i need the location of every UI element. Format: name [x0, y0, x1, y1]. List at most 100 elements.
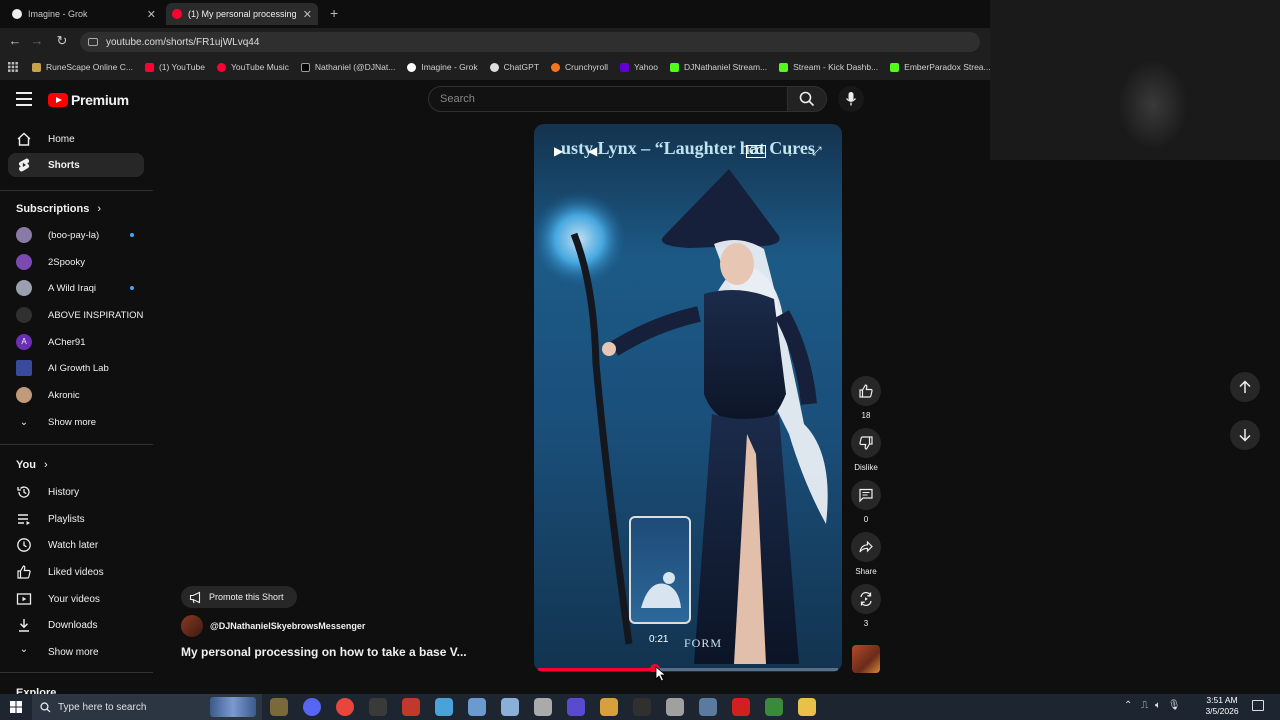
- sidebar-item-playlists[interactable]: Playlists: [8, 507, 144, 531]
- app-dark-taskbar-icon[interactable]: [633, 698, 651, 716]
- adobe-taskbar-icon[interactable]: [732, 698, 750, 716]
- calculator-taskbar-icon[interactable]: [699, 698, 717, 716]
- close-icon[interactable]: ✕: [303, 8, 312, 21]
- share-label: Share: [855, 567, 877, 576]
- app-feather-taskbar-icon[interactable]: [600, 698, 618, 716]
- new-tab-icon[interactable]: +: [330, 5, 338, 21]
- bookmark-grok[interactable]: Imagine - Grok: [407, 62, 478, 72]
- bookmark-label: Stream - Kick Dashb...: [793, 62, 879, 72]
- previous-short-button[interactable]: [1230, 372, 1260, 402]
- short-video-player[interactable]: usty Lynx – “Laughter hat Cures ▶ ◀ CC ⋮…: [534, 124, 842, 672]
- close-icon[interactable]: ✕: [147, 8, 156, 21]
- bookmark-emberparadox[interactable]: EmberParadox Strea...: [890, 62, 991, 72]
- sidebar-item-shorts[interactable]: Shorts: [8, 153, 144, 177]
- captions-icon[interactable]: CC: [746, 145, 767, 158]
- app-pen-taskbar-icon[interactable]: [468, 698, 486, 716]
- bookmark-youtube[interactable]: (1) YouTube: [144, 62, 205, 72]
- discord-taskbar-icon[interactable]: [303, 698, 321, 716]
- subscription-label: A Wild Iraqi: [48, 282, 97, 294]
- bookmark-runescape[interactable]: RuneScape Online C...: [32, 62, 133, 72]
- apps-grid-icon[interactable]: [8, 62, 18, 72]
- file-explorer-taskbar-icon[interactable]: [798, 698, 816, 716]
- site-info-icon[interactable]: [88, 38, 98, 46]
- subscription-item[interactable]: Akronic: [16, 384, 144, 406]
- bookmark-yahoo[interactable]: Yahoo: [620, 62, 658, 72]
- taskbar-clock[interactable]: 3:51 AM 3/5/2026: [1200, 695, 1244, 717]
- sidebar-divider: [0, 444, 153, 445]
- system-tray[interactable]: ⌃ ⎍ 🔈︎ 🎙︎: [1124, 700, 1180, 711]
- subscriptions-heading[interactable]: Subscriptions ›: [16, 203, 101, 215]
- bookmark-kick-stream[interactable]: DJNathaniel Stream...: [669, 62, 767, 72]
- app-quill-taskbar-icon[interactable]: [666, 698, 684, 716]
- share-button[interactable]: Share: [851, 532, 881, 576]
- youtube-favicon-icon: [172, 9, 182, 19]
- microphone-icon[interactable]: 🎙︎: [1168, 700, 1181, 711]
- play-icon[interactable]: ▶: [554, 144, 563, 158]
- bookmark-x-nathaniel[interactable]: Nathaniel (@DJNat...: [300, 62, 395, 72]
- chrome-taskbar-icon[interactable]: [336, 698, 354, 716]
- chevron-right-icon: ›: [97, 203, 102, 215]
- subscription-item[interactable]: AI Growth Lab: [16, 357, 144, 379]
- bookmark-kick-dashboard[interactable]: Stream - Kick Dashb...: [779, 62, 878, 72]
- search-button[interactable]: [787, 86, 827, 112]
- subscription-item[interactable]: A ACher91: [16, 331, 144, 353]
- volume-icon[interactable]: ◀: [588, 144, 597, 158]
- network-icon[interactable]: ⎍: [1141, 700, 1148, 711]
- voice-search-button[interactable]: [838, 86, 864, 112]
- volume-icon[interactable]: 🔈︎: [1155, 700, 1161, 711]
- subscription-item[interactable]: 2Spooky: [16, 251, 144, 273]
- tab-youtube-short[interactable]: (1) My personal processing on ✕: [166, 3, 318, 25]
- dislike-button[interactable]: Dislike: [851, 428, 881, 472]
- channel-link[interactable]: @DJNathanielSkyebrowsMessenger: [181, 615, 365, 637]
- taskbar-search[interactable]: Type here to search: [32, 694, 262, 720]
- fullscreen-icon[interactable]: ⤢: [812, 144, 822, 159]
- reload-icon[interactable]: ↻: [53, 33, 71, 49]
- subscription-item[interactable]: ABOVE INSPIRATION: [16, 304, 144, 326]
- hamburger-menu-icon[interactable]: [16, 92, 32, 106]
- address-bar[interactable]: youtube.com/shorts/FR1ujWLvq44: [80, 32, 980, 52]
- subscription-item[interactable]: A Wild Iraqi: [16, 277, 144, 299]
- short-title[interactable]: My personal processing on how to take a …: [181, 645, 467, 659]
- sidebar-item-watch-later[interactable]: Watch later: [8, 533, 144, 557]
- sidebar-item-home[interactable]: Home: [8, 127, 144, 151]
- bookmark-crunchyroll[interactable]: Crunchyroll: [551, 62, 608, 72]
- app-x-taskbar-icon[interactable]: [369, 698, 387, 716]
- sidebar-item-liked-videos[interactable]: Liked videos: [8, 560, 144, 584]
- promote-short-button[interactable]: Promote this Short: [181, 586, 297, 608]
- back-arrow-icon[interactable]: ←: [6, 33, 24, 48]
- sound-thumbnail[interactable]: [852, 645, 880, 673]
- forward-arrow-icon[interactable]: →: [28, 33, 46, 48]
- next-short-button[interactable]: [1230, 420, 1260, 450]
- runescape-taskbar-icon[interactable]: [270, 698, 288, 716]
- app-blue-taskbar-icon[interactable]: [567, 698, 585, 716]
- bookmark-chatgpt[interactable]: ChatGPT: [489, 62, 540, 72]
- search-input[interactable]: Search: [428, 86, 788, 112]
- progress-bar[interactable]: [538, 664, 838, 672]
- subscription-item[interactable]: (boo-pay-la): [16, 224, 144, 246]
- tab-imagine-grok[interactable]: Imagine - Grok ✕: [6, 3, 162, 25]
- notification-icon[interactable]: [1252, 700, 1264, 711]
- sidebar-item-downloads[interactable]: Downloads: [8, 613, 144, 637]
- sidebar-item-history[interactable]: History: [8, 480, 144, 504]
- you-show-more[interactable]: ⌄ Show more: [8, 640, 144, 664]
- bookmark-label: ChatGPT: [503, 62, 540, 72]
- start-button[interactable]: [0, 694, 32, 720]
- app-red-taskbar-icon[interactable]: [402, 698, 420, 716]
- sidebar-item-your-videos[interactable]: Your videos: [8, 587, 144, 611]
- remix-button[interactable]: 3: [851, 584, 881, 628]
- subscriptions-show-more[interactable]: ⌄ Show more: [16, 411, 144, 433]
- channel-avatar[interactable]: [181, 615, 203, 637]
- app-notepad-taskbar-icon[interactable]: [435, 698, 453, 716]
- bookmark-youtube-music[interactable]: YouTube Music: [216, 62, 289, 72]
- app-note-taskbar-icon[interactable]: [501, 698, 519, 716]
- settings-taskbar-icon[interactable]: [534, 698, 552, 716]
- more-options-icon[interactable]: ⋮: [784, 144, 796, 158]
- comments-button[interactable]: 0: [851, 480, 881, 524]
- youtube-premium-logo[interactable]: Premium: [48, 92, 129, 108]
- subscription-label: ACher91: [48, 336, 86, 348]
- app-green-taskbar-icon[interactable]: [765, 698, 783, 716]
- grok-favicon-icon: [12, 9, 22, 19]
- chevron-up-icon[interactable]: ⌃: [1124, 700, 1132, 711]
- you-heading[interactable]: You ›: [16, 459, 48, 471]
- like-button[interactable]: 18: [851, 376, 881, 420]
